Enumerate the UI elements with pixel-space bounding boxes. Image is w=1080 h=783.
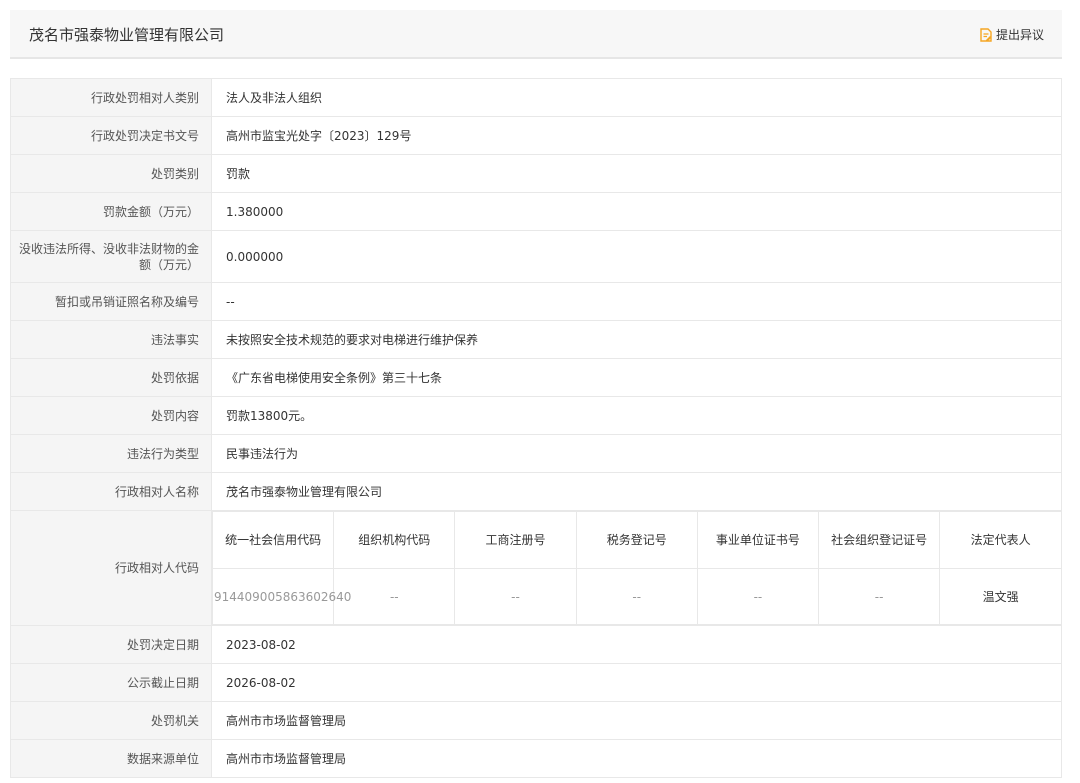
table-row: 罚款金额（万元） 1.380000 [10, 192, 1062, 231]
field-value: 法人及非法人组织 [211, 78, 1062, 117]
field-label: 行政相对人名称 [10, 472, 212, 511]
codes-header: 事业单位证书号 [696, 511, 820, 569]
field-label: 违法行为类型 [10, 434, 212, 473]
credit-code-value: 914409005863602640 [211, 568, 351, 625]
objection-button[interactable]: 提出异议 [980, 26, 1044, 43]
legal-representative-value: 温文强 [939, 568, 1061, 625]
field-value: 罚款 [211, 154, 1062, 193]
field-value: 罚款13800元。 [211, 396, 1062, 435]
field-label: 行政处罚相对人类别 [10, 78, 212, 117]
field-label: 处罚类别 [10, 154, 212, 193]
table-row: 处罚机关 高州市市场监督管理局 [10, 701, 1062, 740]
table-row: 违法事实 未按照安全技术规范的要求对电梯进行维护保养 [10, 320, 1062, 359]
table-row: 处罚决定日期 2023-08-02 [10, 625, 1062, 664]
field-label: 处罚机关 [10, 701, 212, 740]
codes-header: 税务登记号 [575, 511, 698, 569]
field-value: -- [211, 282, 1062, 321]
field-label: 违法事实 [10, 320, 212, 359]
field-value: 高州市市场监督管理局 [211, 739, 1062, 778]
codes-header: 法定代表人 [939, 511, 1061, 569]
codes-value-row: 914409005863602640 -- -- -- -- -- 温文强 [211, 568, 1061, 625]
field-value: 高州市监宝光处字〔2023〕129号 [211, 116, 1062, 155]
codes-value: -- [454, 568, 577, 625]
codes-value: -- [575, 568, 698, 625]
field-value: 高州市市场监督管理局 [211, 701, 1062, 740]
field-value: 0.000000 [211, 230, 1062, 283]
page-header: 茂名市强泰物业管理有限公司 提出异议 [10, 10, 1062, 59]
field-label: 暂扣或吊销证照名称及编号 [10, 282, 212, 321]
field-value: 未按照安全技术规范的要求对电梯进行维护保养 [211, 320, 1062, 359]
party-codes-cell: 统一社会信用代码 组织机构代码 工商注册号 税务登记号 事业单位证书号 社会组织… [211, 510, 1062, 626]
company-title: 茂名市强泰物业管理有限公司 [29, 26, 225, 44]
table-row: 行政处罚决定书文号 高州市监宝光处字〔2023〕129号 [10, 116, 1062, 155]
table-row: 处罚依据 《广东省电梯使用安全条例》第三十七条 [10, 358, 1062, 397]
table-row: 行政相对人名称 茂名市强泰物业管理有限公司 [10, 472, 1062, 511]
penalty-detail-table: 行政处罚相对人类别 法人及非法人组织 行政处罚决定书文号 高州市监宝光处字〔20… [10, 78, 1062, 778]
table-row: 公示截止日期 2026-08-02 [10, 663, 1062, 702]
table-row: 没收违法所得、没收非法财物的金额（万元） 0.000000 [10, 230, 1062, 283]
field-label: 处罚决定日期 [10, 625, 212, 664]
field-label: 罚款金额（万元） [10, 192, 212, 231]
field-label: 行政相对人代码 [10, 510, 212, 626]
codes-header: 统一社会信用代码 [211, 511, 335, 569]
table-row: 暂扣或吊销证照名称及编号 -- [10, 282, 1062, 321]
field-label: 没收违法所得、没收非法财物的金额（万元） [10, 230, 212, 283]
field-label: 处罚依据 [10, 358, 212, 397]
codes-header: 社会组织登记证号 [818, 511, 941, 569]
objection-label: 提出异议 [995, 28, 1044, 42]
codes-header: 组织机构代码 [333, 511, 456, 569]
field-label: 行政处罚决定书文号 [10, 116, 212, 155]
codes-header-row: 统一社会信用代码 组织机构代码 工商注册号 税务登记号 事业单位证书号 社会组织… [211, 511, 1061, 569]
document-edit-icon [980, 27, 992, 42]
field-value: 茂名市强泰物业管理有限公司 [211, 472, 1062, 511]
field-label: 处罚内容 [10, 396, 212, 435]
field-value: 1.380000 [211, 192, 1062, 231]
field-value: 2023-08-02 [211, 625, 1062, 664]
codes-header: 工商注册号 [454, 511, 577, 569]
field-label: 数据来源单位 [10, 739, 212, 778]
table-row: 数据来源单位 高州市市场监督管理局 [10, 739, 1062, 778]
table-row: 违法行为类型 民事违法行为 [10, 434, 1062, 473]
field-value: 《广东省电梯使用安全条例》第三十七条 [211, 358, 1062, 397]
codes-value: -- [696, 568, 820, 625]
table-row: 处罚类别 罚款 [10, 154, 1062, 193]
field-value: 2026-08-02 [211, 663, 1062, 702]
field-value: 民事违法行为 [211, 434, 1062, 473]
table-row: 行政相对人代码 统一社会信用代码 组织机构代码 工商注册号 税务登记号 事业单位… [10, 510, 1062, 626]
table-row: 行政处罚相对人类别 法人及非法人组织 [10, 78, 1062, 117]
field-label: 公示截止日期 [10, 663, 212, 702]
codes-value: -- [818, 568, 941, 625]
table-row: 处罚内容 罚款13800元。 [10, 396, 1062, 435]
party-codes-table: 统一社会信用代码 组织机构代码 工商注册号 税务登记号 事业单位证书号 社会组织… [211, 511, 1061, 625]
codes-value: -- [333, 568, 456, 625]
